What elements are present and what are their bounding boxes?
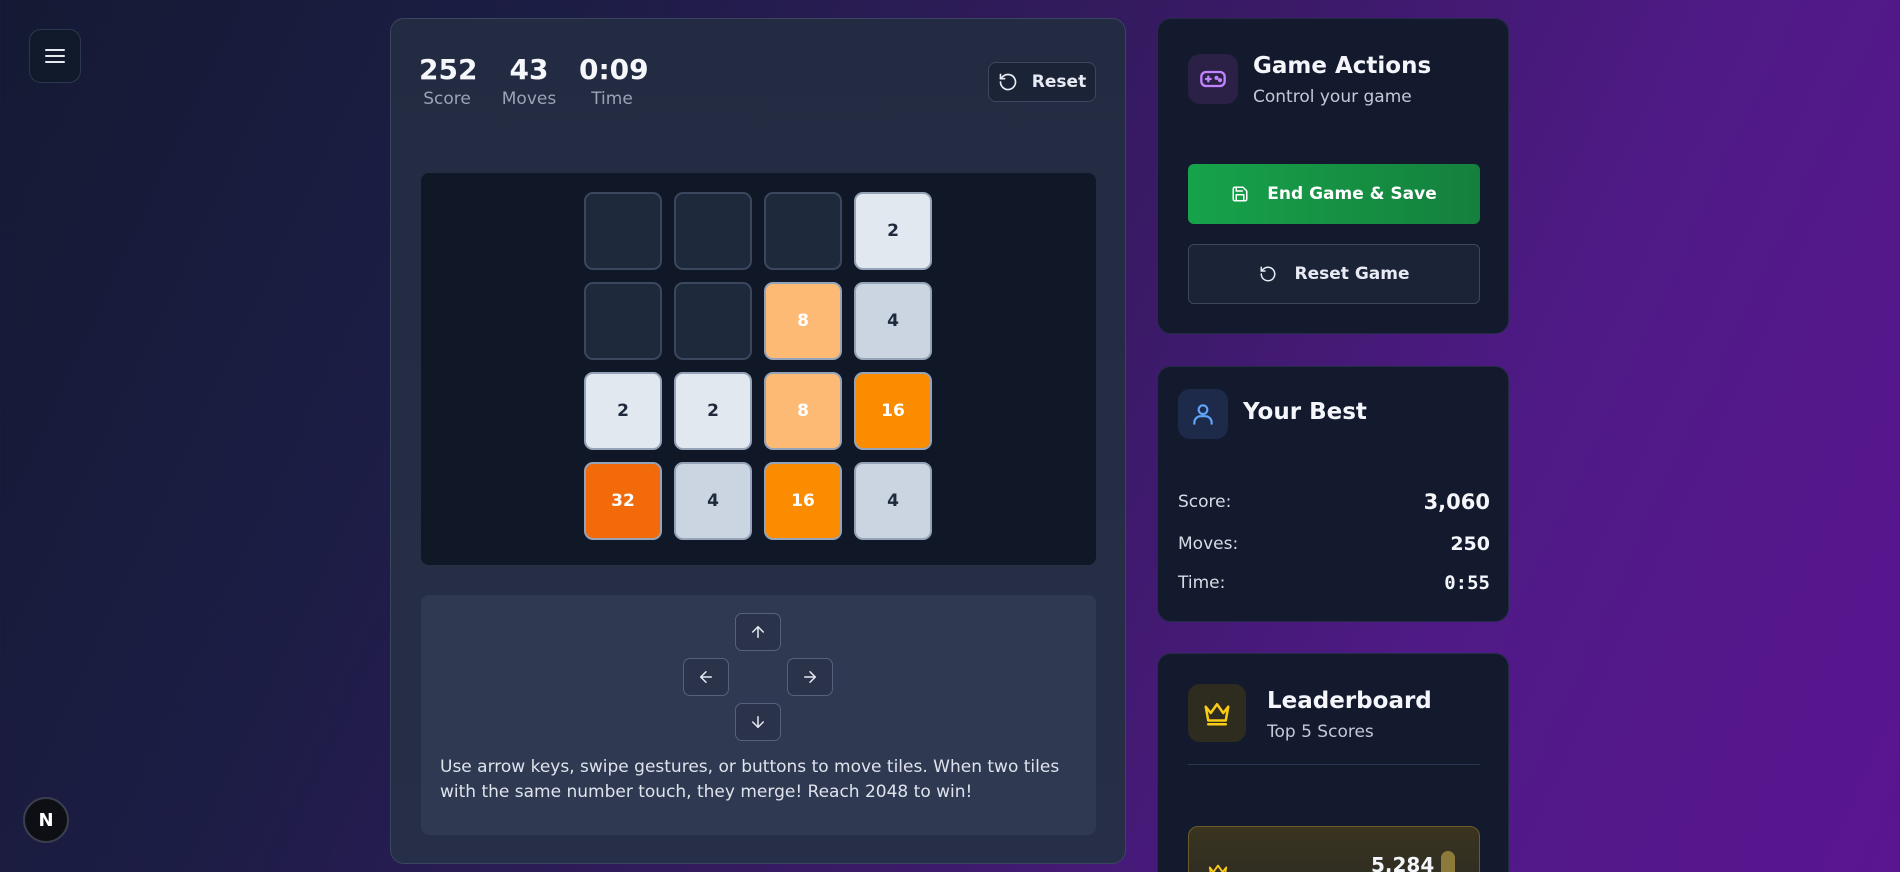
reset-button[interactable]: Reset <box>988 62 1096 102</box>
best-moves-value: 250 <box>1450 533 1490 555</box>
tile: 2 <box>674 372 752 450</box>
tile: 2 <box>854 192 932 270</box>
end-game-save-label: End Game & Save <box>1267 184 1437 204</box>
crown-icon <box>1208 864 1228 872</box>
gamepad-icon-box <box>1188 54 1238 104</box>
your-best-title: Your Best <box>1243 399 1367 425</box>
game-board: 2 8 4 2 2 8 16 32 4 16 4 <box>421 173 1096 565</box>
empty-cell <box>584 192 662 270</box>
reset-game-label: Reset Game <box>1294 264 1410 284</box>
best-time-label: Time: <box>1178 573 1226 593</box>
crown-icon-box <box>1188 684 1246 742</box>
leaderboard-subtitle: Top 5 Scores <box>1267 722 1374 742</box>
arrow-up-icon <box>752 626 764 638</box>
save-icon <box>1232 186 1248 202</box>
tile: 16 <box>764 462 842 540</box>
best-time-row: Time: 0:55 <box>1178 568 1490 598</box>
empty-cell <box>674 192 752 270</box>
leaderboard-card: Leaderboard Top 5 Scores 5,284 <box>1157 653 1509 872</box>
move-right-button[interactable] <box>787 658 833 696</box>
user-icon-box <box>1178 389 1228 439</box>
tile: 4 <box>854 282 932 360</box>
game-panel: 252 Score 43 Moves 0:09 Time Reset 28422… <box>390 18 1126 864</box>
empty-cell <box>764 192 842 270</box>
end-game-save-button[interactable]: End Game & Save <box>1188 164 1480 224</box>
reset-game-button[interactable]: Reset Game <box>1188 244 1480 304</box>
gamepad-icon <box>1200 70 1226 88</box>
best-time-value: 0:55 <box>1444 572 1490 594</box>
game-actions-title: Game Actions <box>1253 53 1432 79</box>
user-icon <box>1193 404 1213 425</box>
rotate-ccw-icon <box>999 73 1017 91</box>
hamburger-icon <box>45 49 65 63</box>
best-score-value: 3,060 <box>1423 490 1490 514</box>
leaderboard-entry-score: 5,284 <box>1371 853 1435 872</box>
tile: 4 <box>854 462 932 540</box>
best-moves-row: Moves: 250 <box>1178 529 1490 559</box>
tile: 4 <box>674 462 752 540</box>
reset-button-label: Reset <box>1031 72 1087 92</box>
dev-indicator-badge[interactable]: N <box>23 797 69 843</box>
score-value: 252 <box>419 53 478 86</box>
controls-panel: Use arrow keys, swipe gestures, or butto… <box>421 595 1096 835</box>
game-actions-card: Game Actions Control your game End Game … <box>1157 18 1509 334</box>
best-score-row: Score: 3,060 <box>1178 487 1490 517</box>
medal-icon <box>1441 851 1455 872</box>
best-score-label: Score: <box>1178 492 1232 512</box>
score-stat: 252 Score <box>419 53 478 109</box>
tile: 32 <box>584 462 662 540</box>
arrow-left-icon <box>700 671 712 683</box>
menu-button[interactable] <box>29 29 81 83</box>
tile: 2 <box>584 372 662 450</box>
leaderboard-entry: 5,284 <box>1188 826 1480 872</box>
rotate-ccw-icon <box>1260 266 1275 282</box>
arrow-down-icon <box>752 716 764 728</box>
move-up-button[interactable] <box>735 613 781 651</box>
game-actions-subtitle: Control your game <box>1253 87 1412 107</box>
leaderboard-title: Leaderboard <box>1267 688 1432 714</box>
moves-stat: 43 Moves <box>497 53 561 109</box>
crown-icon <box>1204 703 1230 726</box>
leaderboard-divider <box>1188 764 1480 765</box>
arrow-right-icon <box>804 671 816 683</box>
time-value: 0:09 <box>579 53 649 86</box>
tile: 8 <box>764 372 842 450</box>
your-best-card: Your Best Score: 3,060 Moves: 250 Time: … <box>1157 366 1509 622</box>
moves-value: 43 <box>509 53 549 86</box>
tile: 8 <box>764 282 842 360</box>
moves-label: Moves <box>501 89 557 109</box>
score-label: Score <box>423 89 471 109</box>
empty-cell <box>674 282 752 360</box>
time-label: Time <box>591 89 633 109</box>
best-moves-label: Moves: <box>1178 534 1239 554</box>
move-down-button[interactable] <box>735 703 781 741</box>
tile: 16 <box>854 372 932 450</box>
time-stat: 0:09 Time <box>579 53 649 109</box>
move-left-button[interactable] <box>683 658 729 696</box>
help-text: Use arrow keys, swipe gestures, or butto… <box>440 757 1060 802</box>
empty-cell <box>584 282 662 360</box>
